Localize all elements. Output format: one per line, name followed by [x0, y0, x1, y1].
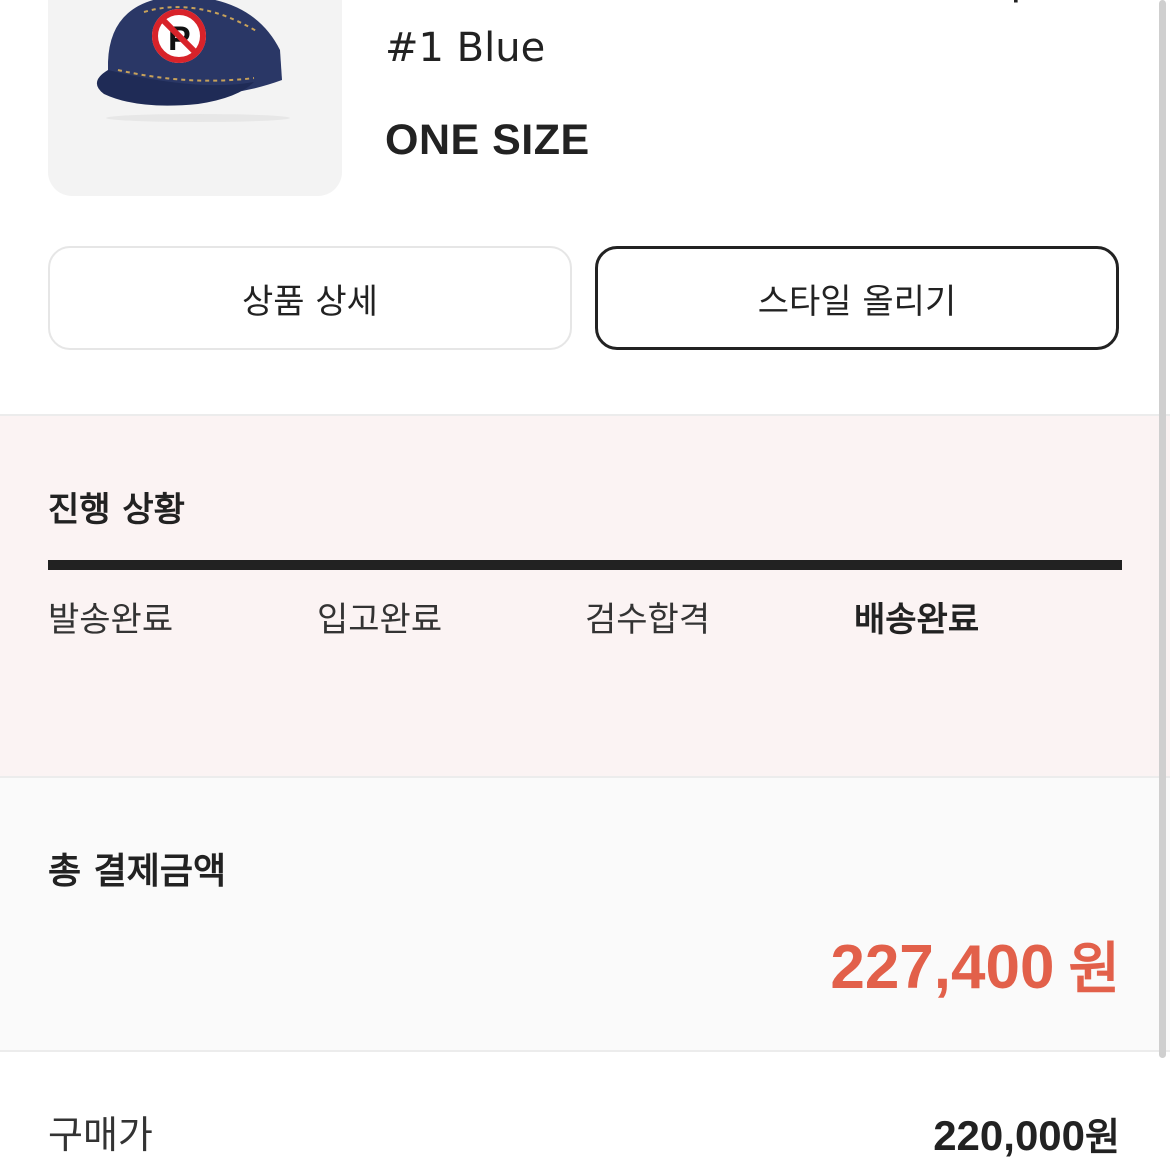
purchase-price-row: 구매가 220,000원 — [0, 1052, 1170, 1170]
denim-cap-icon: P — [96, 0, 290, 122]
product-detail-button[interactable]: 상품 상세 — [48, 246, 572, 350]
product-name-line2: #1 Blue — [385, 25, 546, 71]
progress-section: 진행 상황 발송완료 입고완료 검수합격 배송완료 — [0, 414, 1170, 778]
product-name[interactable]: Peaceminusone 5 Panel Ball Cap #1 Blue — [385, 0, 1145, 76]
purchase-price-value: 220,000 — [933, 1112, 1086, 1159]
purchase-price-currency: 원 — [1085, 1115, 1120, 1159]
product-thumbnail[interactable]: P — [48, 0, 342, 196]
total-amount-currency: 원 — [1068, 937, 1120, 1002]
scrollbar[interactable] — [1159, 0, 1166, 1058]
product-size: ONE SIZE — [385, 116, 590, 164]
total-payment-label: 총 결제금액 — [48, 851, 227, 892]
total-amount-value: 227,400 — [830, 933, 1055, 1002]
total-payment-amount: 227,400 원 — [830, 924, 1120, 1005]
order-product: P Peaceminusone 5 Panel Ball Cap #1 Blue… — [0, 0, 1170, 210]
progress-title: 진행 상황 — [48, 490, 185, 530]
purchase-price-amount: 220,000원 — [933, 1106, 1120, 1161]
purchase-price-label: 구매가 — [48, 1113, 153, 1157]
progress-bar — [48, 560, 1122, 570]
step-received: 입고완료 — [317, 600, 443, 640]
step-delivered: 배송완료 — [854, 600, 980, 640]
step-inspected: 검수합격 — [585, 600, 711, 640]
step-shipped: 발송완료 — [48, 600, 174, 640]
upload-style-button[interactable]: 스타일 올리기 — [595, 246, 1119, 350]
total-payment-section: 총 결제금액 227,400 원 — [0, 778, 1170, 1052]
product-name-line1: Peaceminusone 5 Panel Ball Cap — [385, 0, 1145, 20]
